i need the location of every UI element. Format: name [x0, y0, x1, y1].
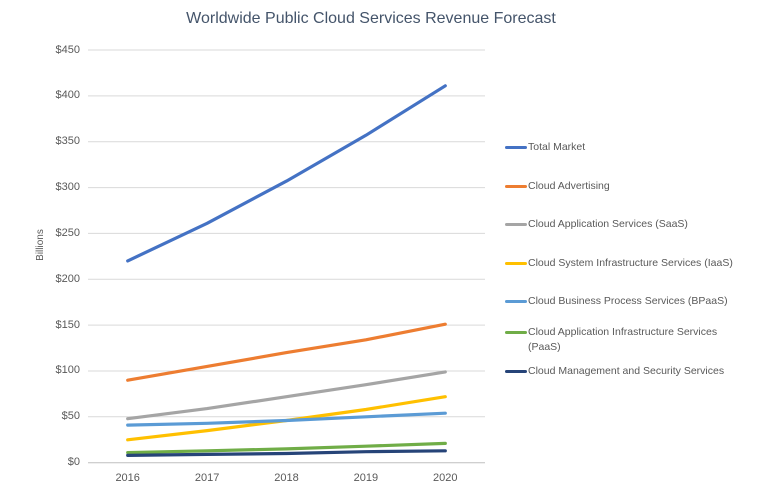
- y-tick-label: $0: [67, 456, 80, 469]
- x-tick-label: 2020: [433, 472, 458, 484]
- series-line-total-market: [126, 84, 447, 263]
- legend-item: Cloud System Infrastructure Services (Ia…: [505, 256, 750, 271]
- legend-item: Cloud Application Services (SaaS): [505, 217, 750, 232]
- x-tick-label: 2017: [194, 472, 220, 484]
- series-line-cloud-advertising: [126, 322, 447, 382]
- legend-item: Total Market: [505, 140, 750, 155]
- y-tick-label: $250: [55, 226, 80, 239]
- x-tick-label: 2019: [353, 472, 379, 484]
- legend-label: Cloud Business Process Services (BPaaS): [528, 295, 728, 307]
- legend-label: Cloud Application Infrastructure Service…: [528, 326, 718, 353]
- x-tick-label: 2018: [274, 472, 299, 484]
- legend-item: Cloud Management and Security Services: [505, 364, 750, 379]
- plot-area: [88, 49, 485, 464]
- legend-line-swatch: [505, 146, 527, 149]
- legend-label: Cloud Management and Security Services: [528, 365, 725, 377]
- legend-item: Cloud Business Process Services (BPaaS): [505, 294, 750, 309]
- y-axis-title: Billions: [34, 229, 46, 261]
- legend-line-swatch: [505, 370, 527, 373]
- x-tick-label: 2016: [115, 472, 140, 484]
- y-tick-label: $450: [55, 43, 80, 56]
- series-line-cloud-business-process-services-bpaas: [126, 411, 447, 427]
- legend-item: Cloud Advertising: [505, 179, 750, 194]
- series-line-cloud-system-infrastructure-services-iaas: [126, 395, 447, 442]
- line-chart: Worldwide Public Cloud Services Revenue …: [0, 0, 770, 500]
- legend-line-swatch: [505, 300, 527, 303]
- legend-line-swatch: [505, 331, 527, 334]
- chart-title: Worldwide Public Cloud Services Revenue …: [186, 10, 556, 27]
- legend-line-swatch: [505, 223, 527, 226]
- legend-label: Cloud System Infrastructure Services (Ia…: [528, 257, 733, 269]
- legend-label: Cloud Application Services (SaaS): [528, 218, 688, 230]
- y-tick-label: $300: [55, 181, 80, 194]
- y-tick-label: $100: [55, 364, 80, 377]
- y-tick-label: $50: [61, 410, 80, 423]
- y-tick-label: $150: [55, 318, 80, 331]
- legend-label: Cloud Advertising: [528, 180, 610, 192]
- legend-item: Cloud Application Infrastructure Service…: [505, 325, 750, 355]
- y-tick-label: $400: [55, 89, 80, 102]
- y-tick-label: $350: [55, 135, 80, 148]
- y-tick-label: $200: [55, 272, 80, 285]
- legend-line-swatch: [505, 262, 527, 265]
- series-line-cloud-application-services-saas: [126, 370, 447, 421]
- legend-label: Total Market: [528, 141, 586, 153]
- legend-line-swatch: [505, 185, 527, 188]
